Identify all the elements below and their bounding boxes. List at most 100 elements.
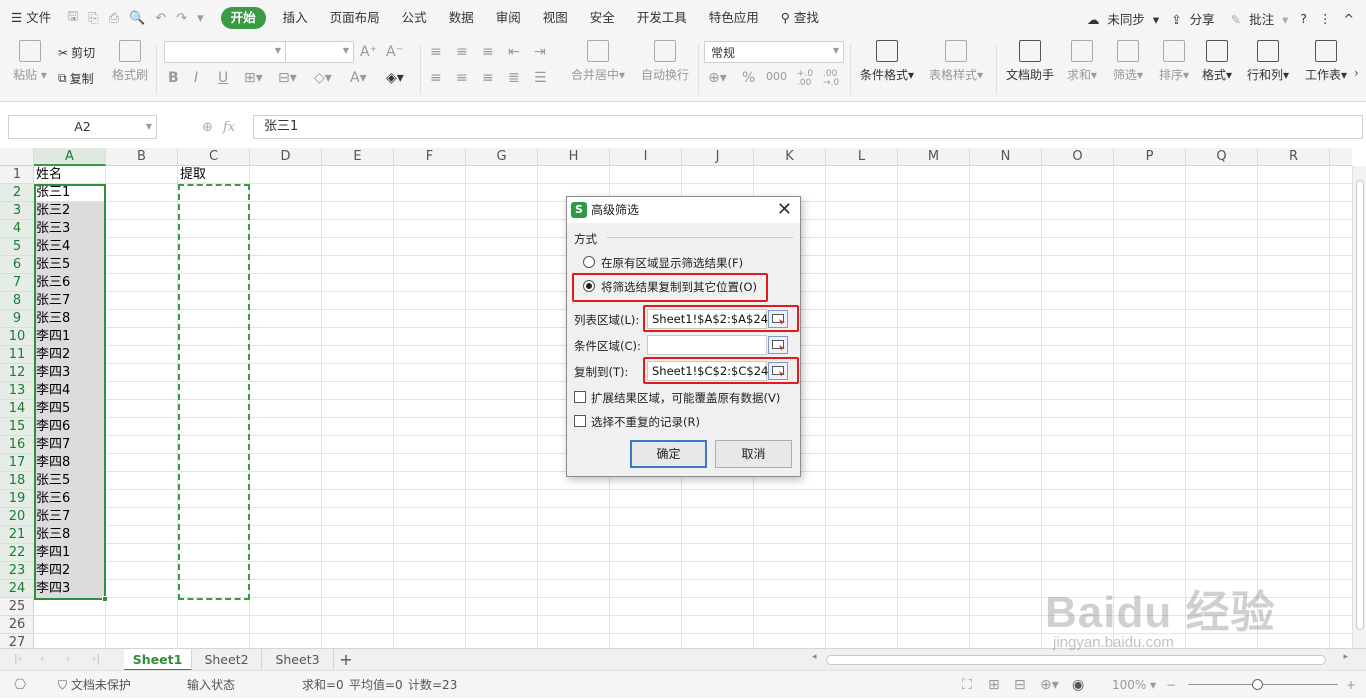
print-icon[interactable]: ⎙ [104,11,124,26]
conditional-format-button[interactable]: 条件格式▾ [856,40,918,83]
font-shrink-icon[interactable]: A⁻ [386,44,403,60]
row-col-button[interactable]: 行和列▾ [1242,40,1294,83]
zoom-out-icon[interactable]: − [1166,671,1176,699]
share-button[interactable]: ⇪ 分享 [1167,9,1222,28]
tab-4[interactable]: 数据 [438,0,485,36]
close-icon[interactable]: ✕ [777,199,792,221]
indent-decrease-icon[interactable]: ⇤ [508,44,520,60]
copy-button[interactable]: ⧉ 复制 [58,70,94,87]
zoom-icon[interactable]: ⊕ [202,120,213,135]
column-header[interactable]: E [322,148,394,166]
column-header[interactable]: B [106,148,178,166]
column-header[interactable]: M [898,148,970,166]
row-header[interactable]: 25 [0,598,34,616]
column-header[interactable]: O [1042,148,1114,166]
tab-7[interactable]: 安全 [579,0,626,36]
row-header[interactable]: 18 [0,472,34,490]
search-tab[interactable]: ⚲ 查找 [770,0,830,36]
format-button[interactable]: 格式▾ [1196,40,1238,83]
decimal-decrease-icon[interactable]: .00 →.0 [823,70,843,88]
horizontal-scrollbar[interactable]: ◂ ▸ [810,652,1350,667]
file-menu[interactable]: ☰ 文件 [0,0,62,36]
wrap-text-button[interactable]: 自动换行 [636,40,694,83]
zoom-in-icon[interactable]: + [1346,671,1356,699]
radio-copy-to-label[interactable]: 将筛选结果复制到其它位置(O) [601,279,757,295]
currency-icon[interactable]: ⊕▾ [708,70,727,86]
fill-color-icon[interactable]: ◇▾ [314,70,332,86]
column-header[interactable]: J [682,148,754,166]
collapse-ribbon-icon[interactable]: ^ [1340,11,1358,26]
italic-icon[interactable]: I [194,70,198,86]
number-format-combo[interactable]: 常规 ▼ [704,41,844,63]
chevron-down-icon[interactable]: ▾ [192,11,209,26]
criteria-range-picker-icon[interactable] [768,336,788,354]
row-header[interactable]: 3 [0,202,34,220]
row-header[interactable]: 7 [0,274,34,292]
redo-icon[interactable]: ↷ [171,11,192,26]
add-sheet-button[interactable]: + [336,649,356,671]
row-header[interactable]: 24 [0,580,34,598]
font-name-combo[interactable]: ▼ [164,41,286,63]
column-header[interactable]: R [1258,148,1330,166]
unique-records-checkbox[interactable] [574,415,586,427]
comment-button[interactable]: ✎ 批注 ▾ [1227,9,1293,28]
expand-result-label[interactable]: 扩展结果区域，可能覆盖原有数据(V) [591,390,780,406]
sync-button[interactable]: ☁ 未同步 ▾ [1083,9,1163,28]
row-header[interactable]: 15 [0,418,34,436]
column-header[interactable]: L [826,148,898,166]
zoom-slider-knob[interactable] [1252,679,1263,690]
row-header[interactable]: 1 [0,166,34,184]
eye-protect-icon[interactable]: ◉ [1072,671,1084,699]
cell[interactable]: 姓名 [34,166,106,184]
fill-pattern-icon[interactable]: ⊟▾ [278,70,297,86]
row-header[interactable]: 4 [0,220,34,238]
font-color-icon[interactable]: A▾ [350,70,367,86]
page-break-icon[interactable]: ⊕▾ [1040,671,1059,699]
prev-sheet-icon[interactable]: ‹ [40,652,44,665]
more-icon[interactable]: ⋮ [1315,11,1336,26]
column-header[interactable]: G [466,148,538,166]
column-header[interactable]: K [754,148,826,166]
row-header[interactable]: 13 [0,382,34,400]
column-header[interactable]: A [34,148,106,166]
help-icon[interactable]: ? [1296,11,1311,26]
clear-icon[interactable]: ◈▾ [386,70,404,86]
row-header[interactable]: 2 [0,184,34,202]
row-header[interactable]: 19 [0,490,34,508]
font-grow-icon[interactable]: A⁺ [360,44,377,60]
page-layout-icon[interactable]: ⊟ [1014,671,1026,699]
normal-view-icon[interactable]: ⊞ [988,671,1000,699]
vertical-scroll-thumb[interactable] [1356,180,1364,630]
save-icon[interactable]: 🖫 [62,7,83,29]
tab-6[interactable]: 视图 [532,0,579,36]
formula-input[interactable]: 张三1 [253,115,1363,139]
name-box[interactable]: A2 ▼ [8,115,157,139]
first-sheet-icon[interactable]: |‹ [14,652,22,665]
scroll-left-icon[interactable]: ◂ [812,652,817,662]
worksheet-button[interactable]: 工作表▾ [1298,40,1354,83]
align-top-icon[interactable]: ≡ [430,44,442,60]
row-header[interactable]: 26 [0,616,34,634]
row-header[interactable]: 11 [0,346,34,364]
horizontal-scroll-thumb[interactable] [826,655,1326,665]
align-center-icon[interactable]: ≡ [456,70,468,86]
row-header[interactable]: 21 [0,526,34,544]
radio-copy-to[interactable] [583,280,595,292]
cancel-button[interactable]: 取消 [715,440,792,468]
next-sheet-icon[interactable]: › [66,652,70,665]
last-sheet-icon[interactable]: ›| [92,652,100,665]
row-header[interactable]: 23 [0,562,34,580]
scroll-right-icon[interactable]: ▸ [1343,652,1348,662]
zoom-level[interactable]: 100% ▾ [1112,671,1156,699]
align-left-icon[interactable]: ≡ [430,70,442,86]
sort-button[interactable]: 排序▾ [1152,40,1196,83]
row-header[interactable]: 9 [0,310,34,328]
print-preview-icon[interactable]: 🔍 [124,11,150,26]
export-icon[interactable]: ⎘ [83,11,103,26]
doc-protect-button[interactable]: ⛉ 文档未保护 [58,671,131,699]
row-header[interactable]: 12 [0,364,34,382]
row-header[interactable]: 5 [0,238,34,256]
column-header[interactable]: D [250,148,322,166]
fx-icon[interactable]: fx [223,120,235,135]
row-header[interactable]: 17 [0,454,34,472]
